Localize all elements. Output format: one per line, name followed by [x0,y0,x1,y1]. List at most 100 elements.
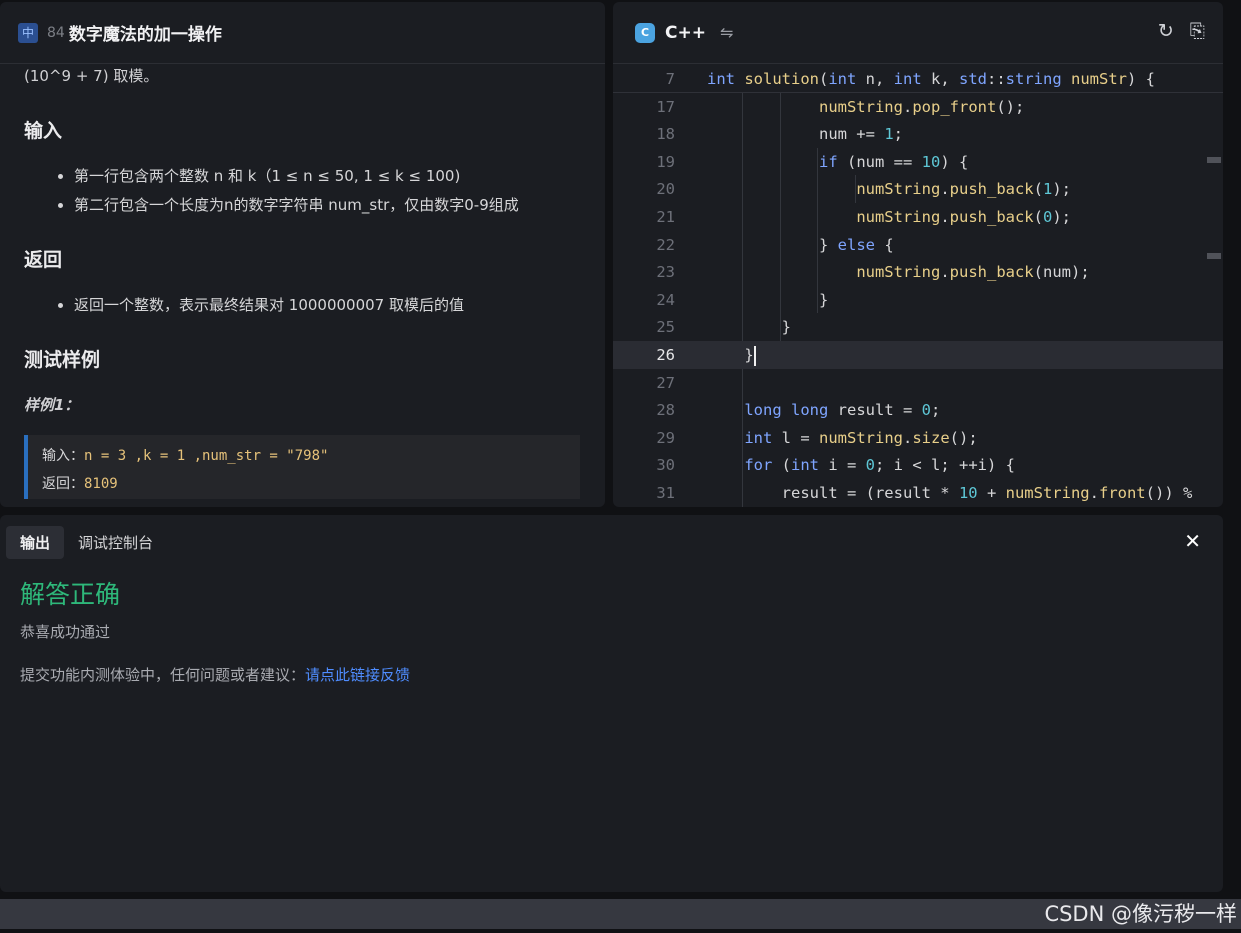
code-token: numStr [1071,70,1128,88]
problem-id: 84 [47,24,65,41]
code-token: (num); [1033,263,1090,282]
code-token: ( [772,456,791,475]
sample-input-label: 输入： [42,448,84,464]
code-token: (num == [837,152,922,171]
line-number: 18 [656,125,675,144]
code-line: 26 } [613,341,1223,369]
code-token: std [959,70,987,88]
output-tabs: 输出 调试控制台 [0,515,1223,559]
code-text: num += 1; [707,120,903,148]
code-token: 0 [865,456,876,475]
code-line: 28 long long result = 0; [613,396,1223,424]
line-number: 31 [656,484,675,502]
return-list: 返回一个整数，表示最终结果对 1000000007 取模后的值 [24,294,581,315]
code-token: ( [1033,208,1043,226]
code-line: 30 for (int i = 0; i < l; ++i) { [613,451,1223,479]
tab-output[interactable]: 输出 [6,526,65,559]
code-line: 17 numString.pop_front(); [613,93,1223,121]
code-token: 0 [1043,208,1053,226]
line-number: 21 [656,208,675,226]
code-token: } [707,290,829,309]
code-token: 1 [884,125,894,144]
code-token: ) { [1127,70,1156,88]
code-token: 10 [921,152,941,171]
code-token: result = [828,401,922,420]
editor-header: C C++ ⇋ ↻ ⎘ [613,2,1223,64]
code-token: ); [1052,180,1072,199]
line-number: 24 [656,290,675,309]
code-line: 22 } else { [613,231,1223,259]
code-token: n, [856,70,894,88]
code-token: 10 [958,484,978,502]
code-token: ( [1033,180,1043,199]
scrollbar-marker [1207,253,1221,259]
language-toggle-badge[interactable]: 中 [18,22,38,43]
code-token: i = [819,456,866,475]
tab-debug-console[interactable]: 调试控制台 [64,526,167,559]
close-icon[interactable]: ✕ [1184,529,1201,553]
reset-icon[interactable]: ↻ [1158,20,1174,42]
code-token: numString [819,428,903,447]
line-number: 28 [656,401,675,420]
problem-header: 中 84 数字魔法的加一操作 [0,2,605,64]
code-token: ; i < l; ++i) { [875,456,1015,475]
code-token: . [940,180,950,199]
problem-panel: 中 84 数字魔法的加一操作 (10^9 + 7) 取模。 输入 第一行包含两个… [0,2,605,507]
code-token: int [707,70,735,88]
code-token: . [903,428,913,447]
code-token: result = (result * [707,484,959,502]
output-panel: 输出 调试控制台 ✕ 解答正确 恭喜成功通过 提交功能内测体验中，任何问题或者建… [0,515,1223,892]
line-number: 20 [656,180,675,199]
return-heading: 返回 [24,249,63,271]
code-text: numString.push_back(0); [707,203,1071,231]
code-token: pop_front [912,97,997,116]
code-token: numString [856,208,941,226]
code-line: 24 } [613,286,1223,314]
code-token: 0 [921,401,931,420]
sample-input-value: n = 3 ,k = 1 ,num_str = "798" [84,448,329,464]
watermark: CSDN @像污秽一样 [1044,902,1237,926]
feedback-line: 提交功能内测体验中，任何问题或者建议：请点此链接反馈 [20,664,1223,685]
code-token: int [791,456,819,475]
format-icon[interactable]: ⎘ [1190,20,1205,42]
code-token: int [828,70,857,88]
line-number: 23 [656,263,675,282]
code-area[interactable]: 7 int solution(int n, int k, std::string … [613,65,1223,507]
code-text: } [707,341,756,369]
code-token: ()) % [1145,484,1193,502]
line-number: 29 [656,428,675,447]
code-line: 29 int l = numString.size(); [613,424,1223,452]
line-number: 19 [656,152,675,171]
code-token: . [940,208,950,226]
verdict-subtext: 恭喜成功通过 [20,623,111,641]
code-token: ( [819,70,829,88]
swap-icon[interactable]: ⇋ [720,23,733,42]
code-text: int solution(int n, int k, std::string n… [707,65,1155,93]
input-heading: 输入 [24,120,63,142]
code-token: long [744,401,782,420]
code-token: ; [931,401,941,420]
line-number: 27 [656,373,675,392]
line-number: 22 [656,235,675,254]
code-token: (); [996,97,1025,116]
code-token: numString [1005,484,1090,502]
language-selector[interactable]: C++ [665,23,706,43]
feedback-text: 提交功能内测体验中，任何问题或者建议： [20,666,306,684]
code-editor-panel: C C++ ⇋ ↻ ⎘ 7 int solution(int n, int k, … [613,2,1223,507]
code-token: { [874,235,894,254]
cpp-logo-icon: C [635,22,655,43]
line-number: 26 [656,346,675,364]
code-line: 19 if (num == 10) { [613,148,1223,176]
scrollbar-marker [1207,157,1221,163]
feedback-link[interactable]: 请点此链接反馈 [305,666,410,684]
code-token: } [707,235,838,254]
sample-box: 输入：n = 3 ,k = 1 ,num_str = "798" 返回：8109 [24,435,580,499]
code-text: numString.pop_front(); [707,93,1024,121]
code-text: } [707,313,791,341]
